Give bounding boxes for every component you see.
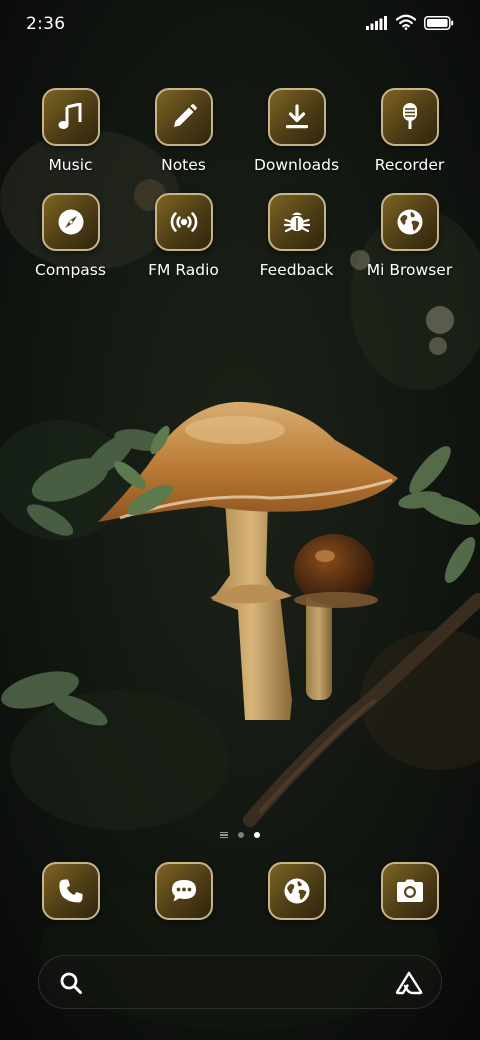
wifi-icon — [395, 14, 417, 34]
dock-messages-app[interactable] — [154, 862, 213, 920]
dock-phone-app[interactable] — [41, 862, 100, 920]
page-indicator-list-icon[interactable] — [220, 831, 228, 839]
page-indicator-dot-active[interactable] — [254, 832, 260, 838]
globe-icon — [284, 878, 309, 904]
app-fm-radio[interactable]: FM Radio — [127, 193, 240, 279]
recorder-app-icon[interactable] — [380, 88, 439, 146]
phone-icon — [58, 879, 82, 903]
page-indicator-dot[interactable] — [238, 832, 244, 838]
feedback-app-icon[interactable] — [267, 193, 326, 251]
download-icon — [285, 104, 308, 129]
app-label: Music — [48, 156, 93, 174]
downloads-app-icon[interactable] — [267, 88, 326, 146]
app-feedback[interactable]: Feedback — [240, 193, 353, 279]
compass-icon — [58, 209, 83, 235]
dock-browser-app[interactable] — [267, 862, 326, 920]
app-label: Mi Browser — [366, 261, 453, 279]
app-music[interactable]: Music — [14, 88, 127, 174]
app-label: Recorder — [374, 156, 445, 174]
chat-bubble-icon — [171, 880, 196, 902]
home-app-grid: Music Notes Downloads Recorder Compass F… — [14, 88, 466, 279]
app-label: Notes — [161, 156, 206, 174]
dock-camera-app[interactable] — [380, 862, 439, 920]
app-recorder[interactable]: Recorder — [353, 88, 466, 174]
microphone-icon — [402, 103, 417, 129]
mi-browser-app-icon[interactable] — [380, 193, 439, 251]
search-bar[interactable] — [38, 955, 442, 1009]
dock — [14, 862, 466, 920]
status-time: 2:36 — [26, 14, 66, 34]
app-notes[interactable]: Notes — [127, 88, 240, 174]
notes-app-icon[interactable] — [154, 88, 213, 146]
app-label: FM Radio — [148, 261, 219, 279]
battery-icon — [424, 15, 454, 34]
compass-app-icon[interactable] — [41, 193, 100, 251]
fm-radio-app-icon[interactable] — [154, 193, 213, 251]
app-label: Feedback — [259, 261, 334, 279]
status-bar: 2:36 — [0, 0, 480, 52]
music-app-icon[interactable] — [41, 88, 100, 146]
page-indicator[interactable] — [0, 829, 480, 841]
app-label: Downloads — [253, 156, 340, 174]
music-note-icon — [58, 103, 81, 129]
bug-icon — [283, 212, 310, 233]
assistant-icon[interactable] — [395, 971, 423, 999]
app-downloads[interactable]: Downloads — [240, 88, 353, 174]
signal-icon — [366, 15, 388, 34]
app-compass[interactable]: Compass — [14, 193, 127, 279]
pencil-icon — [173, 104, 197, 127]
search-icon[interactable] — [59, 971, 83, 999]
app-label: Compass — [35, 261, 106, 279]
app-mi-browser[interactable]: Mi Browser — [353, 193, 466, 279]
status-icons — [366, 14, 454, 34]
radio-broadcast-icon — [170, 212, 197, 232]
camera-icon — [396, 879, 423, 902]
globe-icon — [397, 209, 422, 235]
